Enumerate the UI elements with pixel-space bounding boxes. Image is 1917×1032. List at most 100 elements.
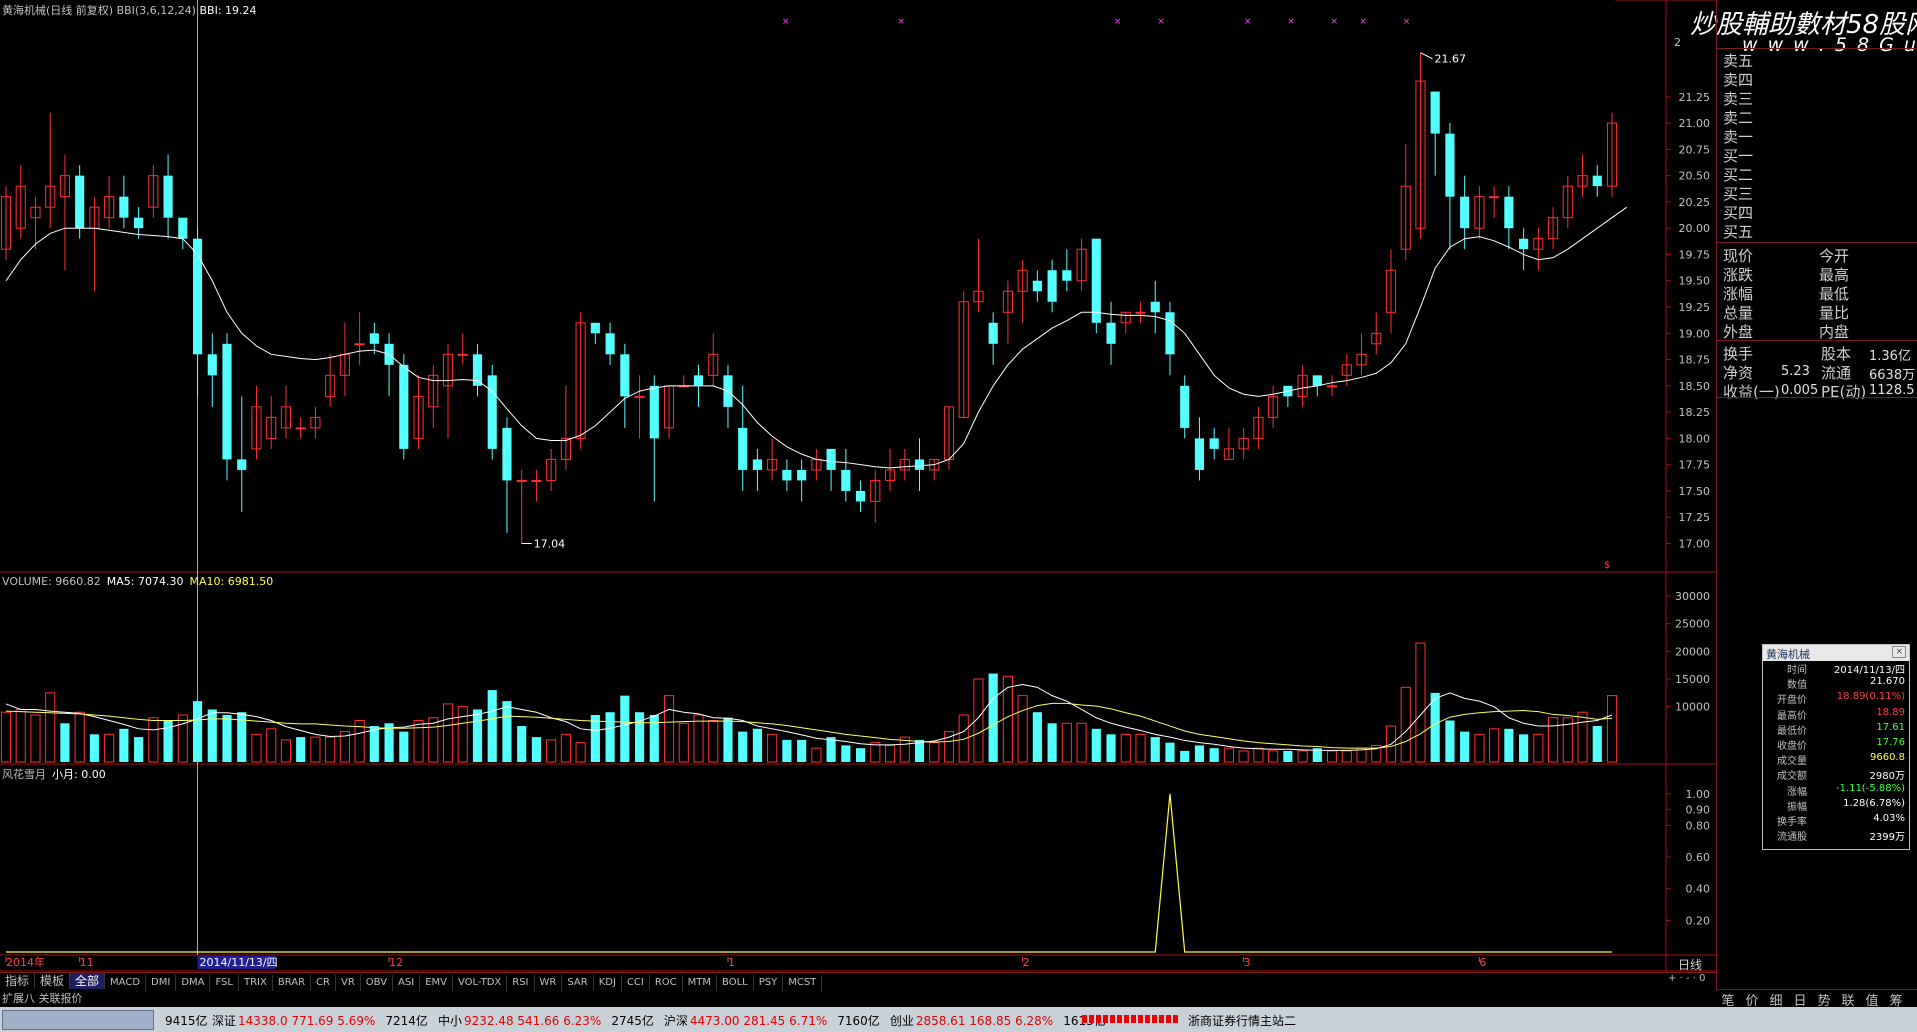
indicator-tab[interactable]: CCI (622, 975, 650, 991)
volume-bar (30, 714, 41, 763)
zoom-controls[interactable]: + · - · 0 (1668, 973, 1705, 984)
price-tick-label: 2 (1674, 36, 1681, 49)
candle-body (1165, 312, 1175, 355)
index-quote[interactable]: 深证 14338.0 771.69 5.69% 7214亿 (212, 1014, 428, 1028)
indicator-tab[interactable]: ROC (650, 975, 683, 991)
zoom-in-button[interactable]: + (1668, 973, 1676, 984)
candle-body (797, 469, 807, 481)
info-box[interactable]: 黄海机械 × 时间 2014/11/13/四 数值 21.670 开盘价 18.89(0.… (1762, 644, 1910, 850)
indicator-tab[interactable]: CR (311, 975, 336, 991)
volume-bar (1415, 642, 1426, 763)
signal-mark: × (782, 17, 790, 27)
info-value: 17.76 (1876, 736, 1905, 748)
stat-label: 换手 (1723, 345, 1754, 363)
volume-bar (797, 739, 807, 762)
indicator-tab[interactable]: RSI (507, 975, 535, 991)
zoom-out-button[interactable]: - (1686, 973, 1690, 984)
extra-row[interactable]: 扩展八 关联报价 (2, 990, 83, 1006)
volume-bar (870, 742, 881, 763)
indicator-tab[interactable]: PSY (754, 975, 784, 991)
indicator-tab[interactable]: MCST (783, 975, 823, 991)
date-label: 11 (80, 956, 94, 969)
volume-bar (119, 728, 129, 762)
info-row: 成交量 9660.8 (1763, 752, 1909, 767)
info-key: 时间 (1787, 665, 1807, 676)
info-row: 收盘价 17.76 (1763, 737, 1909, 752)
quote-label: 外盘 (1723, 323, 1754, 341)
indicator-tab[interactable]: KDJ (594, 975, 622, 991)
index-amount: 2745亿 (611, 1014, 654, 1028)
price-tick-label: 18.50 (1679, 380, 1711, 393)
volume-bar (177, 714, 188, 763)
volume-bar (60, 723, 70, 762)
volume-bar (1076, 722, 1087, 763)
indicator-tab[interactable]: EMV (420, 975, 453, 991)
volume-bar (222, 714, 232, 762)
indicator-tab[interactable]: DMA (176, 975, 211, 991)
price-tick-label: 20.50 (1679, 170, 1711, 183)
indicator-tab[interactable]: BOLL (717, 975, 754, 991)
index-quote[interactable]: 创业2858.61 168.85 6.28%1613亿 (890, 1014, 1106, 1028)
close-icon[interactable]: × (1892, 646, 1906, 658)
candle-body (988, 322, 998, 344)
candle-body (1489, 196, 1500, 199)
period-label[interactable]: 日线 (1678, 956, 1702, 973)
info-row: 流通股 2399万 (1763, 828, 1909, 843)
index-quote[interactable]: 中小 9232.48 541.66 6.23% 2745亿 (438, 1014, 654, 1028)
quote-label: 涨幅 (1723, 285, 1754, 303)
taskbar-buttons[interactable] (2, 1010, 154, 1030)
indicator-tab[interactable]: BRAR (273, 975, 312, 991)
candle-body (841, 469, 851, 491)
indicator-tab[interactable]: VR (336, 975, 361, 991)
indicator-tab[interactable]: WR (535, 975, 563, 991)
selected-date-label: 2014/11/13/四 (200, 956, 278, 969)
info-row: 最低价 17.61 (1763, 722, 1909, 737)
index-name: 沪深 (663, 1014, 688, 1028)
indicator-tab[interactable]: 全部 (70, 973, 106, 989)
candle-body (531, 479, 542, 482)
index-quote[interactable]: 沪深 4473.00 281.45 6.71% 7160亿 (664, 1014, 880, 1028)
price-tick-label: 21.25 (1679, 91, 1711, 104)
index-amount: 7160亿 (837, 1014, 880, 1028)
indicator-tab[interactable]: OBV (361, 975, 394, 991)
signal-mark: × (1287, 17, 1295, 27)
candle-body (207, 354, 217, 376)
indicator-tab[interactable]: MACD (105, 975, 147, 991)
indicator-tab[interactable]: SAR (562, 975, 594, 991)
indicator-tab[interactable]: ASI (393, 975, 421, 991)
bbi-line (5, 206, 1628, 469)
volume-bar (296, 737, 306, 762)
candle-body (1445, 133, 1455, 197)
candle-body (620, 354, 630, 397)
candle-body (237, 459, 247, 470)
volume-bar (1017, 695, 1028, 763)
indicator-tab[interactable]: 模板 (35, 973, 71, 989)
stat-label: 股本 (1821, 345, 1852, 363)
info-value: 18.89(0.11%) (1836, 691, 1905, 703)
indicator-tab[interactable]: 指标 (0, 973, 36, 989)
info-value: 9660.8 (1870, 752, 1905, 764)
candle-body (119, 196, 129, 218)
indicator-tab[interactable]: TRIX (239, 975, 273, 991)
volume-bar (251, 733, 262, 763)
volume-bar (134, 737, 144, 762)
volume-bar (693, 714, 704, 763)
indicator-tab[interactable]: DMI (146, 975, 177, 991)
stat-value: 1128.5 (1869, 383, 1915, 398)
info-key: 开盘价 (1777, 695, 1807, 707)
indicator-tab[interactable]: VOL-TDX (453, 975, 508, 991)
volume-bar (1283, 750, 1293, 762)
volume-bar (1165, 742, 1175, 762)
index-value: 2858.61 168.85 6.28% (915, 1014, 1054, 1028)
candle-body (487, 375, 497, 449)
volume-bar (1253, 747, 1264, 763)
kline-chart[interactable]: 17.00 17.25 17.50 17.75 18.00 18.25 18.50 18.75… (0, 0, 1716, 972)
candle-body (369, 333, 379, 344)
info-key: 换手率 (1777, 816, 1807, 828)
volume-bar (472, 709, 483, 762)
price-tick-label: 20.75 (1679, 143, 1711, 156)
indicator-tab[interactable]: MTM (683, 975, 718, 991)
indicator-tab[interactable]: FSL (210, 975, 239, 991)
candle-body (192, 238, 203, 355)
info-box-name: 黄海机械 (1766, 648, 1810, 661)
